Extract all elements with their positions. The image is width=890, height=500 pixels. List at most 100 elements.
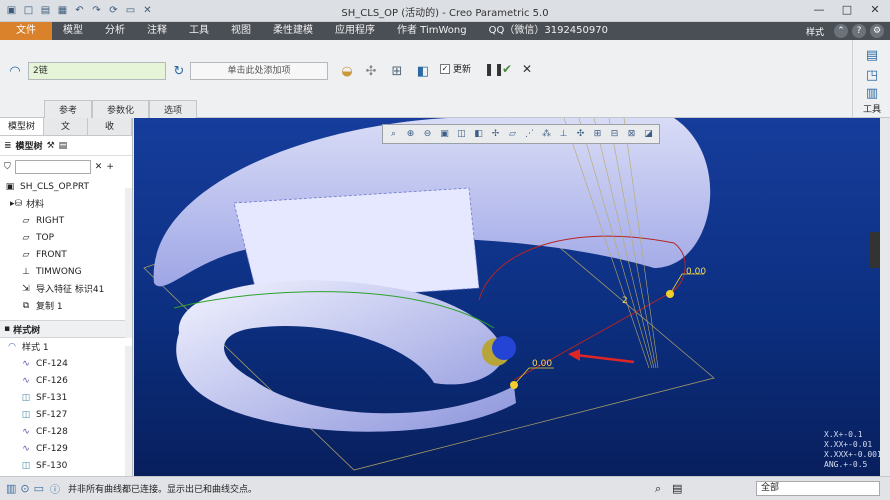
- display-style-icon[interactable]: ◧: [471, 127, 486, 142]
- tree-node-right[interactable]: ▱ RIGHT: [0, 212, 132, 229]
- full-screen-icon[interactable]: ▭: [34, 482, 44, 495]
- find-icon[interactable]: ⌕: [655, 482, 661, 496]
- style-tree-scrollbar[interactable]: [125, 346, 132, 476]
- style-node-label: CF-126: [36, 375, 68, 386]
- show-navigator-icon[interactable]: ▥: [6, 482, 16, 495]
- show-browser-icon[interactable]: ⊙: [20, 482, 29, 495]
- clear-icon[interactable]: ✕: [95, 162, 103, 172]
- tree-search-input[interactable]: [14, 160, 91, 174]
- menu-model[interactable]: 模型: [52, 22, 94, 40]
- selection-filter-select[interactable]: 全部: [756, 481, 880, 496]
- second-collector-input[interactable]: 单击此处添加项: [190, 62, 328, 80]
- filter-icon[interactable]: ⛉: [4, 162, 11, 172]
- tree-node-part[interactable]: ▣ SH_CLS_OP.PRT: [0, 178, 132, 195]
- axis-display-icon[interactable]: ⋰: [522, 127, 537, 142]
- collapse-ribbon-icon[interactable]: ⌃: [834, 24, 848, 38]
- tool-3-icon[interactable]: ▥: [861, 82, 883, 104]
- tab-favorites[interactable]: 收: [88, 118, 132, 135]
- view-manager-icon[interactable]: ⊟: [607, 127, 622, 142]
- tab-parameterization[interactable]: 参数化: [92, 100, 150, 118]
- style-node-cf124[interactable]: ∿ CF-124: [0, 355, 132, 372]
- datum-display-icon[interactable]: ✢: [488, 127, 503, 142]
- menu-annotate[interactable]: 注释: [136, 22, 178, 40]
- csys-display-icon[interactable]: ⊥: [556, 127, 571, 142]
- annotation-display-icon[interactable]: ⊞: [590, 127, 605, 142]
- model-tree-scrollbar[interactable]: [125, 188, 132, 338]
- ok-button[interactable]: ✔: [502, 62, 512, 76]
- dimension-label-1[interactable]: 0.00: [532, 359, 552, 369]
- collapse-icon[interactable]: ▪: [4, 324, 10, 334]
- style-tab[interactable]: 样式: [800, 25, 830, 38]
- style-node-sf131[interactable]: ◫ SF-131: [0, 389, 132, 406]
- style-node-label: CF-124: [36, 358, 68, 369]
- tab-model-tree[interactable]: 模型树: [0, 118, 44, 135]
- section-icon[interactable]: ◪: [641, 127, 656, 142]
- add-icon[interactable]: +: [106, 162, 114, 172]
- perspective-icon[interactable]: ⊠: [624, 127, 639, 142]
- style-node-sf130[interactable]: ◫ SF-130: [0, 457, 132, 474]
- zoom-out-icon[interactable]: ⊖: [420, 127, 435, 142]
- menu-file[interactable]: 文件: [0, 22, 52, 40]
- tree-node-front[interactable]: ▱ FRONT: [0, 246, 132, 263]
- update-option[interactable]: ✓ 更新: [440, 62, 471, 75]
- settings-icon[interactable]: ⚙: [870, 24, 884, 38]
- selection-icon[interactable]: ▤: [672, 482, 682, 495]
- tree-node-top[interactable]: ▱ TOP: [0, 229, 132, 246]
- tree-node-csys[interactable]: ⊥ TIMWONG: [0, 263, 132, 280]
- saved-views-icon[interactable]: ◫: [454, 127, 469, 142]
- model-geometry[interactable]: [134, 118, 880, 476]
- side-panel-handle[interactable]: [870, 232, 880, 268]
- style-node-cf128[interactable]: ∿ CF-128: [0, 423, 132, 440]
- dimension-label-2[interactable]: 0.00: [686, 267, 706, 277]
- surface-preview-icon[interactable]: ◒: [336, 60, 358, 82]
- point-display-icon[interactable]: ⁂: [539, 127, 554, 142]
- style-node-style1[interactable]: ◠ 样式 1: [0, 338, 132, 355]
- tree-columns-icon[interactable]: ▤: [59, 141, 68, 151]
- menu-right-tools: 样式 ⌃ ? ⚙: [800, 22, 890, 40]
- menu-view[interactable]: 视图: [220, 22, 262, 40]
- tree-node-label: 材料: [26, 200, 45, 210]
- spin-center-icon[interactable]: ✣: [573, 127, 588, 142]
- style-node-label: CF-129: [36, 443, 68, 454]
- minimize-button[interactable]: —: [808, 2, 830, 18]
- tube-surface[interactable]: [176, 280, 516, 432]
- tab-references[interactable]: 参考: [44, 100, 93, 118]
- curve-network-icon[interactable]: ✣: [360, 60, 382, 82]
- menu-tools[interactable]: 工具: [178, 22, 220, 40]
- tools-panel: ▤ ◳ ▥ 工具: [852, 40, 890, 118]
- tree-node-import[interactable]: ⇲ 导入特征 标识41: [0, 280, 132, 297]
- tree-node-material[interactable]: ▸⛁ 材料: [0, 195, 132, 212]
- tolerance-4: ANG.+-0.5: [824, 460, 868, 469]
- tree-settings-icon[interactable]: ⚒: [47, 141, 55, 151]
- help-icon[interactable]: ?: [852, 24, 866, 38]
- grid-icon[interactable]: ⊞: [386, 60, 408, 82]
- tab-folder[interactable]: 文: [44, 118, 88, 135]
- style-node-cf126[interactable]: ∿ CF-126: [0, 372, 132, 389]
- tree-node-copy[interactable]: ⧉ 复制 1: [0, 297, 132, 314]
- refit-icon[interactable]: ⌕: [386, 127, 401, 142]
- close-button[interactable]: ✕: [864, 2, 886, 18]
- selected-end-disk-blue[interactable]: [492, 336, 516, 360]
- cancel-button[interactable]: ✕: [522, 62, 532, 76]
- style-node-label: CF-128: [36, 426, 68, 437]
- graphics-viewport[interactable]: 0.00 0.00 2 ⌕ ⊕ ⊖ ▣ ◫ ◧ ✢ ▱ ⋰ ⁂ ⊥ ✣ ⊞ ⊟ …: [134, 118, 880, 476]
- maximize-button[interactable]: □: [836, 2, 858, 18]
- style-node-cf129[interactable]: ∿ CF-129: [0, 440, 132, 457]
- tools-label: 工具: [862, 105, 881, 115]
- menu-analysis[interactable]: 分析: [94, 22, 136, 40]
- dimension-label-3[interactable]: 2: [622, 296, 628, 306]
- update-checkbox[interactable]: ✓: [440, 63, 450, 74]
- plane-display-icon[interactable]: ▱: [505, 127, 520, 142]
- second-direction-icon[interactable]: ↻: [168, 60, 190, 82]
- tool-1-icon[interactable]: ▤: [861, 44, 883, 66]
- chain-collector-input[interactable]: 2链: [28, 62, 166, 80]
- ribbon-tabs: 参考 参数化 选项: [44, 100, 198, 118]
- menu-applications[interactable]: 应用程序: [324, 22, 386, 40]
- update-label: 更新: [453, 65, 472, 75]
- menu-flexible-modeling[interactable]: 柔性建模: [262, 22, 324, 40]
- zoom-in-icon[interactable]: ⊕: [403, 127, 418, 142]
- style-node-sf127[interactable]: ◫ SF-127: [0, 406, 132, 423]
- repaint-icon[interactable]: ▣: [437, 127, 452, 142]
- display-icon[interactable]: ◧: [412, 60, 434, 82]
- tab-options[interactable]: 选项: [149, 100, 198, 118]
